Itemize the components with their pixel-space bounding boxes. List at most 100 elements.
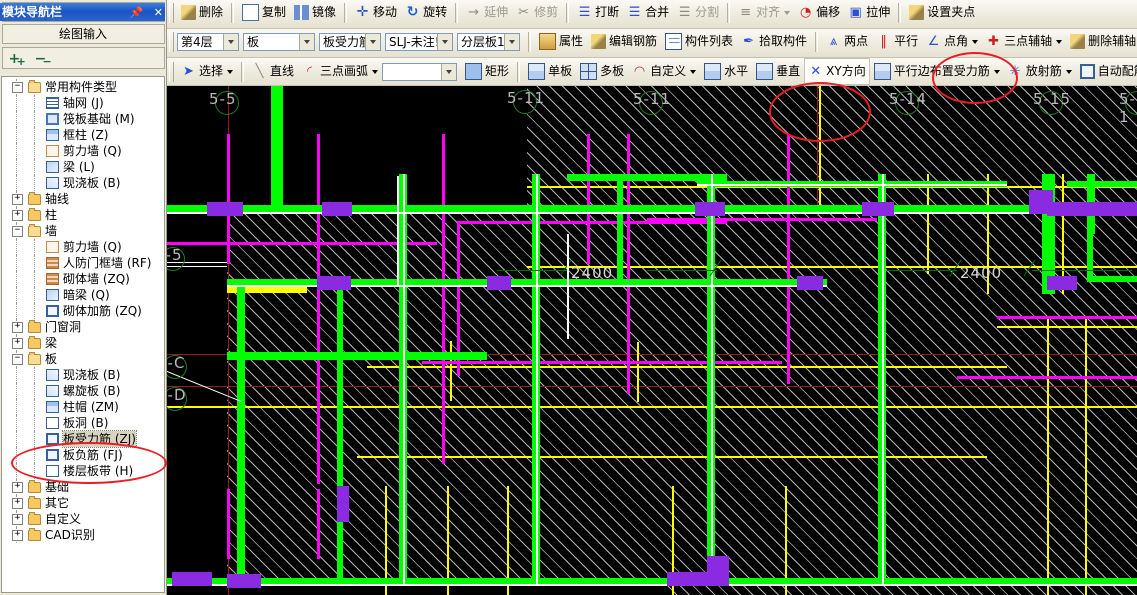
- floor-select[interactable]: 第4层: [177, 32, 239, 51]
- draw-style-select[interactable]: [382, 62, 458, 81]
- chevron-down-icon[interactable]: [690, 69, 697, 74]
- tree-item-frame-column[interactable]: 框柱 (Z): [2, 127, 164, 143]
- tree-item-folder[interactable]: + 门窗洞: [2, 319, 164, 335]
- tree-item-folder[interactable]: + CAD识别: [2, 527, 164, 543]
- tree-item-slab-negative-rebar[interactable]: 板负筋 (FJ): [2, 447, 164, 463]
- tree-expand-icon[interactable]: +: [12, 210, 23, 221]
- chevron-down-icon[interactable]: [365, 33, 380, 50]
- chevron-down-icon[interactable]: [441, 63, 457, 80]
- chevron-down-icon[interactable]: [437, 33, 452, 50]
- cad-drawing-canvas[interactable]: 5-5 5-11 5-5 5-11 5-14 5-15 5-1 5-C 5-D 2400 2400: [167, 86, 1137, 595]
- tree-item-column-cap[interactable]: 柱帽 (ZM): [2, 399, 164, 415]
- tree-item-axis-grid[interactable]: 轴网 (J): [2, 95, 164, 111]
- tree-item-slab[interactable]: 现浇板 (B): [2, 175, 164, 191]
- edit-stretch[interactable]: ▣ 拉伸: [844, 0, 894, 25]
- tree-item-air-defense-door-wall[interactable]: 人防门框墙 (RF): [2, 255, 164, 271]
- tree-item-folder-open[interactable]: − 常用构件类型: [2, 79, 164, 95]
- chevron-down-icon[interactable]: [784, 10, 791, 15]
- tree-expand-icon[interactable]: +: [12, 322, 23, 333]
- tree-item-hidden-beam[interactable]: 暗梁 (Q): [2, 287, 164, 303]
- tree-item-raft-foundation[interactable]: 筏板基础 (M): [2, 111, 164, 127]
- tree-item-masonry-wall[interactable]: 砌体墙 (ZQ): [2, 271, 164, 287]
- tree-item-folder[interactable]: + 轴线: [2, 191, 164, 207]
- edit-offset[interactable]: ◔ 偏移: [794, 0, 844, 25]
- toolbar-grip[interactable]: [169, 61, 174, 82]
- tree-item-shear-wall[interactable]: 剪力墙 (Q): [2, 239, 164, 255]
- edit-copy[interactable]: 复制: [238, 0, 290, 25]
- chevron-down-icon[interactable]: [227, 69, 234, 74]
- chevron-down-icon[interactable]: [299, 33, 314, 50]
- draw-horizontal[interactable]: 水平: [700, 59, 752, 84]
- draw-line[interactable]: ╲ 直线: [248, 59, 298, 84]
- draw-single-slab[interactable]: 单板: [524, 59, 576, 84]
- tree-item-beam[interactable]: 梁 (L): [2, 159, 164, 175]
- component-component-list[interactable]: 构件列表: [661, 29, 737, 54]
- chevron-down-icon[interactable]: [1065, 69, 1072, 74]
- tree-collapse-icon[interactable]: −: [12, 82, 23, 93]
- tree-item-folder-open[interactable]: − 墙: [2, 223, 164, 239]
- draw-three-point-arc[interactable]: ◜ 三点画弧: [298, 59, 382, 84]
- component-category-select[interactable]: 板: [243, 32, 315, 51]
- component-parallel[interactable]: ‖ 平行: [872, 29, 922, 54]
- chevron-down-icon[interactable]: [504, 33, 519, 50]
- draw-multi-slab[interactable]: 多板: [576, 59, 628, 84]
- draw-auto-rebar[interactable]: 自动配筋: [1076, 59, 1137, 84]
- component-type-select[interactable]: 板受力筋: [319, 32, 381, 51]
- component-two-point[interactable]: ⩓ 两点: [822, 29, 872, 54]
- tree-item-folder[interactable]: + 其它: [2, 495, 164, 511]
- tree-expand-icon[interactable]: +: [12, 338, 23, 349]
- tree-item-spiral-slab[interactable]: 螺旋板 (B): [2, 383, 164, 399]
- draw-xy-direction[interactable]: ✕ XY方向: [804, 58, 870, 85]
- chevron-down-icon[interactable]: [223, 33, 238, 50]
- tree-item-masonry-reinforcement[interactable]: 砌体加筋 (ZQ): [2, 303, 164, 319]
- draw-vertical[interactable]: 垂直: [752, 59, 804, 84]
- toolbar-grip[interactable]: [169, 2, 174, 23]
- tree-item-slab-hole[interactable]: 板洞 (B): [2, 415, 164, 431]
- chevron-down-icon[interactable]: [372, 69, 379, 74]
- tree-item-slab-main-rebar[interactable]: 板受力筋 (ZJ): [2, 430, 164, 448]
- component-edit-rebar[interactable]: 编辑钢筋: [587, 29, 661, 54]
- edit-mirror[interactable]: 镜像: [290, 0, 340, 25]
- tree-item-folder[interactable]: + 柱: [2, 207, 164, 223]
- component-name-select[interactable]: SLJ-未注!: [385, 32, 453, 51]
- draw-custom[interactable]: ◠ 自定义: [628, 59, 700, 84]
- tree-item-folder[interactable]: + 基础: [2, 479, 164, 495]
- toolbar-grip[interactable]: [169, 31, 174, 52]
- drawing-input-button[interactable]: 绘图输入: [1, 24, 165, 44]
- tree-expand-icon[interactable]: +: [12, 498, 23, 509]
- edit-set-grip[interactable]: 设置夹点: [905, 0, 979, 25]
- edit-eraser[interactable]: 删除: [177, 0, 227, 25]
- tree-item-folder-open[interactable]: − 板: [2, 351, 164, 367]
- component-point-angle[interactable]: ∠ 点角: [922, 29, 982, 54]
- close-icon[interactable]: ✕: [154, 4, 163, 22]
- edit-merge[interactable]: ☰ 合并: [623, 0, 673, 25]
- draw-cursor[interactable]: ➤ 选择: [177, 59, 237, 84]
- component-pick-component[interactable]: ✒ 拾取构件: [737, 29, 811, 54]
- pin-icon[interactable]: 📌: [130, 4, 144, 22]
- edit-rotate[interactable]: ↻ 旋转: [401, 0, 451, 25]
- component-properties[interactable]: 属性: [535, 29, 587, 54]
- toolbar-separator: [727, 2, 731, 23]
- edit-move[interactable]: ✛ 移动: [351, 0, 401, 25]
- tree-item-slab[interactable]: 现浇板 (B): [2, 367, 164, 383]
- chevron-down-icon[interactable]: [1056, 39, 1063, 44]
- folder-open-icon: [28, 352, 41, 365]
- tree-item-shear-wall[interactable]: 剪力墙 (Q): [2, 143, 164, 159]
- chevron-down-icon[interactable]: [972, 39, 979, 44]
- tree-item-floor-slab-band[interactable]: 楼层板带 (H): [2, 463, 164, 479]
- component-three-point-aux-axis[interactable]: ✚ 三点辅轴: [982, 29, 1066, 54]
- negative-rebar: [227, 489, 230, 559]
- tree-item-folder[interactable]: + 自定义: [2, 511, 164, 527]
- component-tree[interactable]: − 常用构件类型 轴网 (J) 筏板基础 (M) 框柱 (Z) 剪力墙 (Q) 梁 (L) 现…: [1, 76, 165, 593]
- tree-item-folder[interactable]: + 梁: [2, 335, 164, 351]
- tree-expand-icon[interactable]: +: [12, 514, 23, 525]
- tree-expand-icon[interactable]: +: [12, 194, 23, 205]
- tree-expand-icon[interactable]: +: [12, 530, 23, 541]
- draw-rectangle[interactable]: 矩形: [461, 59, 513, 84]
- tree-collapse-icon[interactable]: −: [12, 354, 23, 365]
- edit-break[interactable]: ☰ 打断: [573, 0, 623, 25]
- tree-expand-icon[interactable]: +: [12, 482, 23, 493]
- component-delete-aux-axis[interactable]: 删除辅轴: [1066, 29, 1137, 54]
- tree-collapse-icon[interactable]: −: [12, 226, 23, 237]
- layer-select[interactable]: 分层板1: [457, 32, 520, 51]
